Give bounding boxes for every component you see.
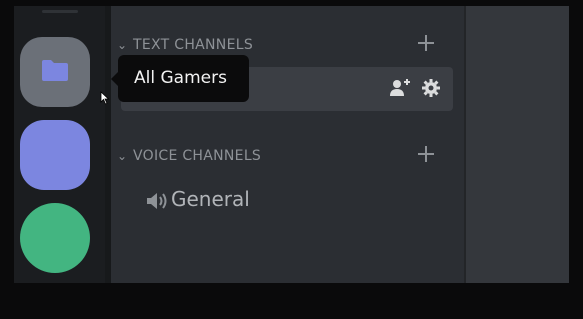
voice-channel-general[interactable]: General [121, 181, 453, 221]
category-label: TEXT CHANNELS [133, 37, 254, 53]
add-user-icon[interactable] [389, 78, 411, 102]
channel-actions [389, 78, 441, 102]
chat-area [464, 6, 569, 283]
chevron-down-icon: ⌄ [117, 38, 128, 52]
category-text-channels[interactable]: ⌄ TEXT CHANNELS [111, 34, 464, 56]
plus-icon [417, 34, 435, 56]
voice-channel-name: General [171, 187, 250, 211]
folder-icon [40, 58, 70, 86]
app-window: ⌄ TEXT CHANNELS general [14, 6, 569, 283]
category-label: VOICE CHANNELS [133, 148, 262, 164]
add-voice-channel-button[interactable] [415, 145, 437, 167]
speaker-icon [145, 191, 169, 215]
category-voice-channels[interactable]: ⌄ VOICE CHANNELS [111, 145, 464, 167]
rail-divider [42, 10, 78, 13]
channel-sidebar: ⌄ TEXT CHANNELS general [111, 6, 464, 283]
plus-icon [417, 145, 435, 167]
tooltip-arrow [111, 72, 118, 86]
chat-divider [464, 6, 466, 283]
server-blurple[interactable] [20, 120, 90, 190]
add-text-channel-button[interactable] [415, 34, 437, 56]
server-tooltip: All Gamers [111, 55, 249, 102]
server-folder[interactable] [20, 37, 90, 107]
server-green[interactable] [20, 203, 90, 273]
gear-icon[interactable] [421, 78, 441, 102]
tooltip-text: All Gamers [134, 68, 227, 88]
chevron-down-icon: ⌄ [117, 149, 128, 163]
mouse-cursor-icon [100, 90, 110, 109]
server-rail [14, 6, 105, 283]
